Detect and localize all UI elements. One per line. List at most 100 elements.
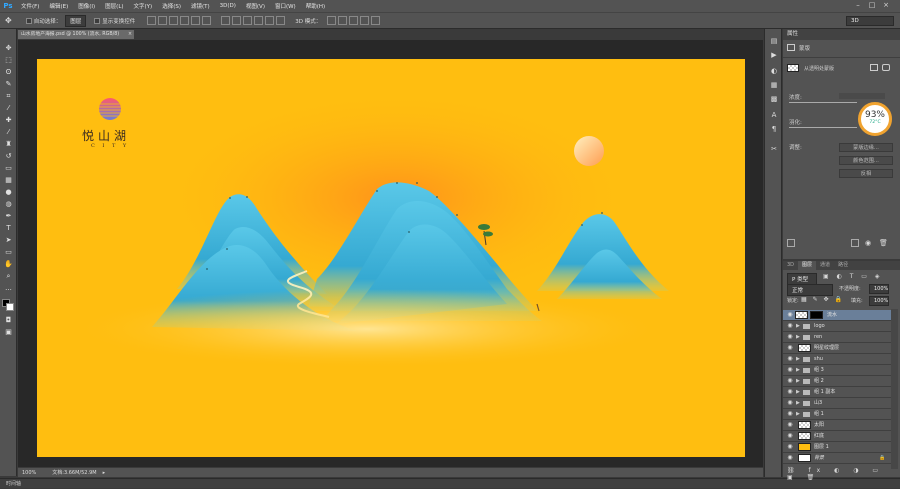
maximize-icon[interactable]: □ <box>866 1 878 10</box>
healing-tool-icon[interactable]: ✚ <box>3 115 14 125</box>
align-right-icon[interactable] <box>202 16 212 25</box>
character-icon[interactable]: A <box>769 111 779 120</box>
load-selection-icon[interactable] <box>787 239 795 247</box>
layer-row[interactable]: ◉ 图层 1 <box>783 442 891 453</box>
document-size[interactable]: 文档:3.66M/52.9M <box>52 469 96 476</box>
eye-icon[interactable]: ◉ <box>786 387 794 397</box>
blend-mode-dropdown[interactable]: 正常 <box>787 284 833 296</box>
density-slider[interactable] <box>789 102 857 103</box>
path-select-tool-icon[interactable]: ➤ <box>3 235 14 245</box>
menu-help[interactable]: 帮助(H) <box>301 2 330 10</box>
background-color-swatch[interactable] <box>6 303 14 311</box>
close-icon[interactable]: × <box>880 1 892 10</box>
swatches-icon[interactable]: ▦ <box>769 81 779 90</box>
expand-arrow-icon[interactable]: ▶ <box>796 365 800 375</box>
feather-slider[interactable] <box>789 127 857 128</box>
document-tab[interactable]: 山水房地产海报.psd @ 100% (流水, RGB/8) × <box>18 30 134 39</box>
lock-icons[interactable]: ▦ ✎ ✥ 🔒 <box>801 296 844 303</box>
crop-tool-icon[interactable]: ⌗ <box>3 91 14 101</box>
layer-row[interactable]: ◉ 背景 🔒 <box>783 453 891 464</box>
eye-icon[interactable]: ◉ <box>786 398 794 408</box>
eye-icon[interactable]: ◉ <box>786 431 794 441</box>
eye-icon[interactable]: ◉ <box>786 310 794 320</box>
expand-arrow-icon[interactable]: ▶ <box>796 354 800 364</box>
quick-select-tool-icon[interactable]: ✎ <box>3 79 14 89</box>
eraser-tool-icon[interactable]: ▭ <box>3 163 14 173</box>
eye-icon[interactable]: ◉ <box>786 409 794 419</box>
expand-arrow-icon[interactable]: ▶ <box>796 387 800 397</box>
zoom-tool-icon[interactable]: ⌕ <box>3 271 14 281</box>
performance-gauge[interactable]: 93% 72°C <box>858 102 892 136</box>
screen-mode-icon[interactable]: ▣ <box>3 327 14 337</box>
menu-file[interactable]: 文件(F) <box>16 2 44 10</box>
history-brush-tool-icon[interactable]: ↺ <box>3 151 14 161</box>
paragraph-icon[interactable]: ¶ <box>769 125 779 134</box>
canvas-workspace[interactable]: 悦山湖 C I T Y <box>18 40 763 467</box>
layer-row[interactable]: ◉ 太阳 <box>783 420 891 431</box>
distribute-left-icon[interactable] <box>254 16 264 25</box>
align-middle-icon[interactable] <box>158 16 168 25</box>
menu-edit[interactable]: 编辑(E) <box>44 2 73 10</box>
layer-footer-icons[interactable]: ⛓ fx ◐ ◑ ▭ ▣ 🗑 <box>787 467 900 481</box>
density-field[interactable] <box>839 93 885 99</box>
history-icon[interactable]: ▤ <box>769 37 779 46</box>
layer-row[interactable]: ◉ ▶ 组 3 <box>783 365 891 376</box>
eye-icon[interactable]: ◉ <box>786 354 794 364</box>
expand-arrow-icon[interactable]: ▶ <box>796 409 800 419</box>
eye-icon[interactable]: ◉ <box>786 376 794 386</box>
3d-slide-icon[interactable] <box>360 16 370 25</box>
layers-scrollbar[interactable] <box>891 309 898 469</box>
layer-mask-thumbnail[interactable] <box>810 311 823 319</box>
menu-image[interactable]: 图像(I) <box>73 2 100 10</box>
layer-row[interactable]: ◉ 明星纹理层 <box>783 343 891 354</box>
distribute-top-icon[interactable] <box>221 16 231 25</box>
distribute-center-icon[interactable] <box>265 16 275 25</box>
expand-arrow-icon[interactable]: ▶ <box>796 376 800 386</box>
eye-icon[interactable]: ◉ <box>786 453 794 463</box>
menu-window[interactable]: 窗口(W) <box>270 2 301 10</box>
layer-row[interactable]: ◉ ▶ logo <box>783 321 891 332</box>
clone-stamp-tool-icon[interactable]: ♜ <box>3 139 14 149</box>
align-left-icon[interactable] <box>180 16 190 25</box>
menu-filter[interactable]: 滤镜(T) <box>186 2 215 10</box>
align-bottom-icon[interactable] <box>169 16 179 25</box>
3d-rotate-icon[interactable] <box>327 16 337 25</box>
menu-3d[interactable]: 3D(D) <box>215 3 241 9</box>
3d-pan-icon[interactable] <box>349 16 359 25</box>
align-top-icon[interactable] <box>147 16 157 25</box>
actions-icon[interactable]: ▶ <box>769 51 779 60</box>
close-tab-icon[interactable]: × <box>128 30 132 39</box>
layer-row[interactable]: ◉ 流水 <box>783 310 891 321</box>
align-center-icon[interactable] <box>191 16 201 25</box>
layer-row[interactable]: ◉ ▶ 山3 <box>783 398 891 409</box>
shape-tool-icon[interactable]: ▭ <box>3 247 14 257</box>
pixel-mask-icon[interactable] <box>870 64 878 71</box>
3d-roll-icon[interactable] <box>338 16 348 25</box>
eye-icon[interactable]: ◉ <box>786 321 794 331</box>
opacity-field[interactable]: 100% <box>869 284 889 294</box>
show-transform-checkbox[interactable] <box>94 17 101 24</box>
mask-thumbnail[interactable] <box>787 64 799 72</box>
auto-select-dropdown[interactable]: 图层 <box>65 14 87 27</box>
workspace-dropdown[interactable]: 3D <box>846 16 894 26</box>
layer-row[interactable]: ◉ 红底 <box>783 431 891 442</box>
blur-tool-icon[interactable]: ● <box>3 187 14 197</box>
menu-layer[interactable]: 图层(L) <box>100 2 128 10</box>
vector-mask-icon[interactable] <box>882 64 890 71</box>
delete-mask-icon[interactable]: 🗑 <box>879 239 888 247</box>
lasso-tool-icon[interactable]: ʘ <box>3 67 14 77</box>
show-transform-option[interactable]: 显示变换控件 <box>94 17 135 25</box>
color-range-button[interactable]: 颜色范围... <box>839 156 893 165</box>
layer-row[interactable]: ◉ ▶ shu <box>783 354 891 365</box>
move-tool-icon[interactable]: ✥ <box>5 16 12 25</box>
menu-view[interactable]: 视图(V) <box>241 2 270 10</box>
fill-field[interactable]: 100% <box>869 296 889 306</box>
type-tool-icon[interactable]: T <box>3 223 14 233</box>
distribute-middle-icon[interactable] <box>232 16 242 25</box>
tab-channels[interactable]: 通道 <box>816 261 834 270</box>
layer-row[interactable]: ◉ ▶ 组 2 <box>783 376 891 387</box>
document-canvas[interactable]: 悦山湖 C I T Y <box>37 59 745 457</box>
hand-tool-icon[interactable]: ✋ <box>3 259 14 269</box>
invert-button[interactable]: 反相 <box>839 169 893 178</box>
gradient-tool-icon[interactable]: ▦ <box>3 175 14 185</box>
